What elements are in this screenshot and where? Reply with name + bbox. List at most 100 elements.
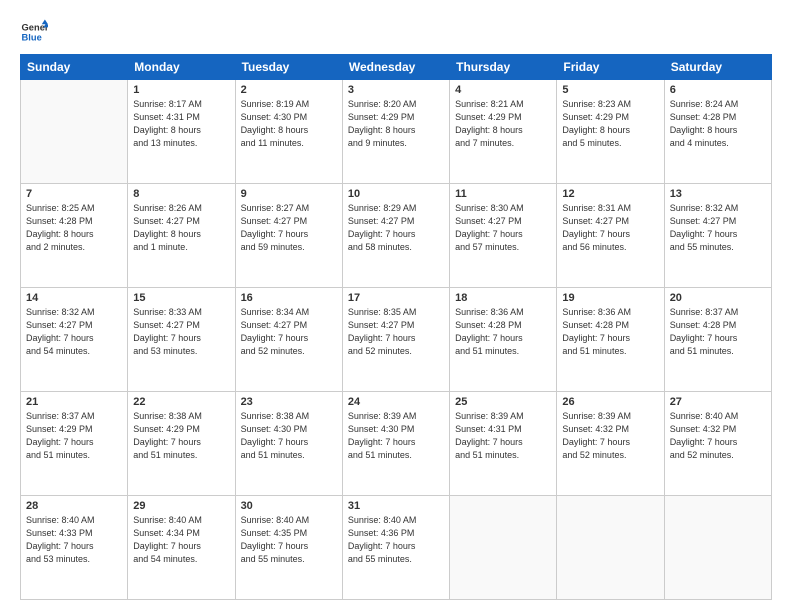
day-number: 1 bbox=[133, 84, 229, 96]
day-cell: 17 Sunrise: 8:35 AM Sunset: 4:27 PM Dayli… bbox=[342, 288, 449, 392]
day-cell: 4Sunrise: 8:21 AM Sunset: 4:29 PM Daylig… bbox=[450, 80, 557, 184]
day-cell: 2 Sunrise: 8:19 AM Sunset: 4:30 PM Daylig… bbox=[235, 80, 342, 184]
day-info: Sunrise: 8:40 AM Sunset: 4:34 PM Dayligh… bbox=[133, 514, 229, 566]
week-row-5: 28Sunrise: 8:40 AM Sunset: 4:33 PM Dayli… bbox=[21, 496, 772, 600]
day-number: 4 bbox=[455, 84, 551, 96]
day-number: 27 bbox=[670, 396, 766, 408]
day-number: 2 bbox=[241, 84, 337, 96]
day-info: Sunrise: 8:26 AM Sunset: 4:27 PM Dayligh… bbox=[133, 202, 229, 254]
day-info: Sunrise: 8:39 AM Sunset: 4:30 PM Dayligh… bbox=[348, 410, 444, 462]
day-number: 10 bbox=[348, 188, 444, 200]
day-info: Sunrise: 8:19 AM Sunset: 4:30 PM Dayligh… bbox=[241, 98, 337, 150]
day-info: Sunrise: 8:25 AM Sunset: 4:28 PM Dayligh… bbox=[26, 202, 122, 254]
week-row-3: 14 Sunrise: 8:32 AM Sunset: 4:27 PM Dayli… bbox=[21, 288, 772, 392]
day-info: Sunrise: 8:30 AM Sunset: 4:27 PM Dayligh… bbox=[455, 202, 551, 254]
header: General Blue bbox=[20, 18, 772, 46]
day-info: Sunrise: 8:40 AM Sunset: 4:36 PM Dayligh… bbox=[348, 514, 444, 566]
calendar-header-row: SundayMondayTuesdayWednesdayThursdayFrid… bbox=[21, 55, 772, 80]
day-cell: 8 Sunrise: 8:26 AM Sunset: 4:27 PM Daylig… bbox=[128, 184, 235, 288]
col-header-tuesday: Tuesday bbox=[235, 55, 342, 80]
day-cell: 29Sunrise: 8:40 AM Sunset: 4:34 PM Dayli… bbox=[128, 496, 235, 600]
day-info: Sunrise: 8:40 AM Sunset: 4:35 PM Dayligh… bbox=[241, 514, 337, 566]
day-number: 6 bbox=[670, 84, 766, 96]
day-info: Sunrise: 8:36 AM Sunset: 4:28 PM Dayligh… bbox=[455, 306, 551, 358]
day-info: Sunrise: 8:29 AM Sunset: 4:27 PM Dayligh… bbox=[348, 202, 444, 254]
day-cell: 5 Sunrise: 8:23 AM Sunset: 4:29 PM Daylig… bbox=[557, 80, 664, 184]
day-number: 26 bbox=[562, 396, 658, 408]
day-cell: 15 Sunrise: 8:33 AM Sunset: 4:27 PM Dayli… bbox=[128, 288, 235, 392]
day-cell: 1 Sunrise: 8:17 AM Sunset: 4:31 PM Daylig… bbox=[128, 80, 235, 184]
col-header-friday: Friday bbox=[557, 55, 664, 80]
day-number: 12 bbox=[562, 188, 658, 200]
day-cell: 14 Sunrise: 8:32 AM Sunset: 4:27 PM Dayli… bbox=[21, 288, 128, 392]
day-cell bbox=[557, 496, 664, 600]
day-number: 21 bbox=[26, 396, 122, 408]
day-cell: 27 Sunrise: 8:40 AM Sunset: 4:32 PM Dayli… bbox=[664, 392, 771, 496]
day-number: 19 bbox=[562, 292, 658, 304]
day-number: 24 bbox=[348, 396, 444, 408]
day-number: 5 bbox=[562, 84, 658, 96]
day-cell: 12Sunrise: 8:31 AM Sunset: 4:27 PM Dayli… bbox=[557, 184, 664, 288]
day-number: 22 bbox=[133, 396, 229, 408]
svg-text:Blue: Blue bbox=[22, 33, 42, 43]
day-cell: 3 Sunrise: 8:20 AM Sunset: 4:29 PM Daylig… bbox=[342, 80, 449, 184]
day-cell: 22 Sunrise: 8:38 AM Sunset: 4:29 PM Dayli… bbox=[128, 392, 235, 496]
day-number: 20 bbox=[670, 292, 766, 304]
day-number: 8 bbox=[133, 188, 229, 200]
day-number: 7 bbox=[26, 188, 122, 200]
day-cell: 7 Sunrise: 8:25 AM Sunset: 4:28 PM Daylig… bbox=[21, 184, 128, 288]
day-cell: 6 Sunrise: 8:24 AM Sunset: 4:28 PM Daylig… bbox=[664, 80, 771, 184]
day-number: 9 bbox=[241, 188, 337, 200]
day-info: Sunrise: 8:37 AM Sunset: 4:29 PM Dayligh… bbox=[26, 410, 122, 462]
day-cell: 26Sunrise: 8:39 AM Sunset: 4:32 PM Dayli… bbox=[557, 392, 664, 496]
day-cell: 28Sunrise: 8:40 AM Sunset: 4:33 PM Dayli… bbox=[21, 496, 128, 600]
col-header-wednesday: Wednesday bbox=[342, 55, 449, 80]
day-info: Sunrise: 8:39 AM Sunset: 4:31 PM Dayligh… bbox=[455, 410, 551, 462]
day-number: 18 bbox=[455, 292, 551, 304]
day-cell: 25Sunrise: 8:39 AM Sunset: 4:31 PM Dayli… bbox=[450, 392, 557, 496]
day-number: 15 bbox=[133, 292, 229, 304]
day-info: Sunrise: 8:32 AM Sunset: 4:27 PM Dayligh… bbox=[670, 202, 766, 254]
day-info: Sunrise: 8:35 AM Sunset: 4:27 PM Dayligh… bbox=[348, 306, 444, 358]
day-number: 30 bbox=[241, 500, 337, 512]
calendar-table: SundayMondayTuesdayWednesdayThursdayFrid… bbox=[20, 54, 772, 600]
day-cell bbox=[21, 80, 128, 184]
day-info: Sunrise: 8:34 AM Sunset: 4:27 PM Dayligh… bbox=[241, 306, 337, 358]
day-cell bbox=[450, 496, 557, 600]
day-number: 28 bbox=[26, 500, 122, 512]
day-info: Sunrise: 8:38 AM Sunset: 4:30 PM Dayligh… bbox=[241, 410, 337, 462]
week-row-1: 1 Sunrise: 8:17 AM Sunset: 4:31 PM Daylig… bbox=[21, 80, 772, 184]
col-header-monday: Monday bbox=[128, 55, 235, 80]
day-info: Sunrise: 8:36 AM Sunset: 4:28 PM Dayligh… bbox=[562, 306, 658, 358]
day-cell: 10 Sunrise: 8:29 AM Sunset: 4:27 PM Dayli… bbox=[342, 184, 449, 288]
day-cell: 19 Sunrise: 8:36 AM Sunset: 4:28 PM Dayli… bbox=[557, 288, 664, 392]
day-info: Sunrise: 8:32 AM Sunset: 4:27 PM Dayligh… bbox=[26, 306, 122, 358]
col-header-sunday: Sunday bbox=[21, 55, 128, 80]
week-row-4: 21 Sunrise: 8:37 AM Sunset: 4:29 PM Dayli… bbox=[21, 392, 772, 496]
day-cell bbox=[664, 496, 771, 600]
day-number: 23 bbox=[241, 396, 337, 408]
day-cell: 16 Sunrise: 8:34 AM Sunset: 4:27 PM Dayli… bbox=[235, 288, 342, 392]
col-header-saturday: Saturday bbox=[664, 55, 771, 80]
day-number: 3 bbox=[348, 84, 444, 96]
day-cell: 24 Sunrise: 8:39 AM Sunset: 4:30 PM Dayli… bbox=[342, 392, 449, 496]
day-number: 14 bbox=[26, 292, 122, 304]
day-info: Sunrise: 8:40 AM Sunset: 4:32 PM Dayligh… bbox=[670, 410, 766, 462]
day-cell: 18 Sunrise: 8:36 AM Sunset: 4:28 PM Dayli… bbox=[450, 288, 557, 392]
day-cell: 21 Sunrise: 8:37 AM Sunset: 4:29 PM Dayli… bbox=[21, 392, 128, 496]
day-cell: 13Sunrise: 8:32 AM Sunset: 4:27 PM Dayli… bbox=[664, 184, 771, 288]
day-number: 16 bbox=[241, 292, 337, 304]
week-row-2: 7 Sunrise: 8:25 AM Sunset: 4:28 PM Daylig… bbox=[21, 184, 772, 288]
day-number: 11 bbox=[455, 188, 551, 200]
day-number: 31 bbox=[348, 500, 444, 512]
day-info: Sunrise: 8:37 AM Sunset: 4:28 PM Dayligh… bbox=[670, 306, 766, 358]
day-info: Sunrise: 8:38 AM Sunset: 4:29 PM Dayligh… bbox=[133, 410, 229, 462]
col-header-thursday: Thursday bbox=[450, 55, 557, 80]
day-cell: 11 Sunrise: 8:30 AM Sunset: 4:27 PM Dayli… bbox=[450, 184, 557, 288]
day-info: Sunrise: 8:24 AM Sunset: 4:28 PM Dayligh… bbox=[670, 98, 766, 150]
day-info: Sunrise: 8:20 AM Sunset: 4:29 PM Dayligh… bbox=[348, 98, 444, 150]
day-info: Sunrise: 8:33 AM Sunset: 4:27 PM Dayligh… bbox=[133, 306, 229, 358]
day-number: 17 bbox=[348, 292, 444, 304]
day-info: Sunrise: 8:17 AM Sunset: 4:31 PM Dayligh… bbox=[133, 98, 229, 150]
day-info: Sunrise: 8:23 AM Sunset: 4:29 PM Dayligh… bbox=[562, 98, 658, 150]
